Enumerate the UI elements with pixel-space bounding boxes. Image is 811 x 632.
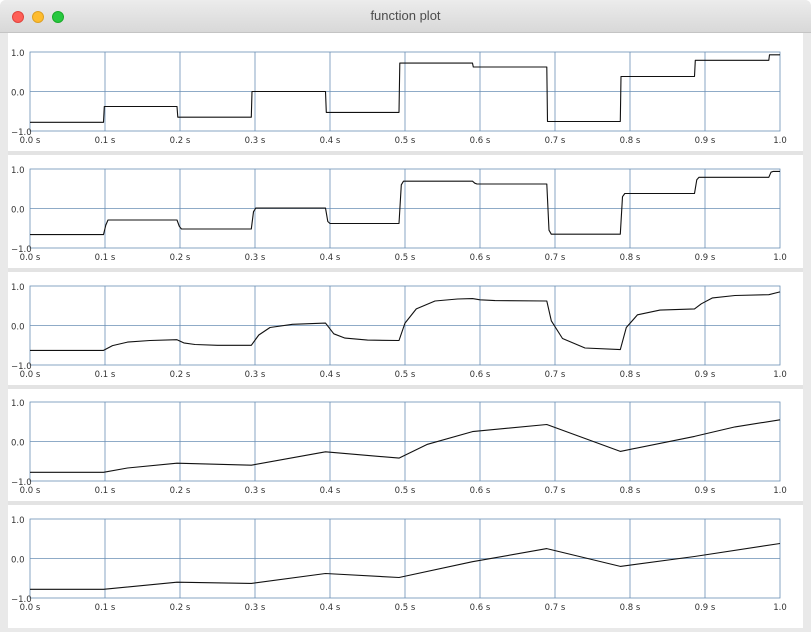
x-tick-label: 0.8 s [620, 370, 641, 380]
app-window: function plot 0.0 s 0.1 s 0.2 s 0.3 s 0.4 s0… [0, 0, 811, 632]
x-tick-label: 0.9 s [695, 486, 716, 496]
x-tick-label: 1.0 [773, 136, 787, 146]
x-tick-label: 0.3 s [245, 370, 266, 380]
x-tick-label: 0.1 s [95, 370, 116, 380]
x-tick-label: 0.6 s [470, 253, 491, 263]
plot-separator [8, 385, 803, 389]
x-tick-label: 0.7 s [545, 136, 566, 146]
x-tick-label: 0.1 s [95, 253, 116, 263]
x-tick-label: 0.1 s [95, 486, 116, 496]
x-tick-label: 1.0 [773, 603, 787, 613]
x-tick-label: 1.0 [773, 253, 787, 263]
y-tick-label: −1.0 [11, 362, 32, 372]
plot-2: 0.0 s 0.1 s 0.2 s 0.3 s 0.4 s 0.5 s 0.6 s 0.7 s… [8, 166, 803, 272]
plot-separator [8, 268, 803, 272]
x-tick-label: 0.3 s [245, 136, 266, 146]
x-tick-label: 0.9 s [695, 603, 716, 613]
x-tick-label: 0.2 s [170, 486, 191, 496]
x-tick-label: 0.3 s [245, 253, 266, 263]
y-tick-label: 1.0 [11, 49, 25, 59]
x-tick-label: 0.9 s [695, 253, 716, 263]
y-tick-label: 1.0 [11, 283, 25, 293]
y-tick-label: 1.0 [11, 399, 25, 409]
window-title: function plot [370, 8, 441, 23]
x-tick-label: 0.5 s [395, 253, 416, 263]
plot-separator [8, 501, 803, 505]
x-tick-label: 0.4 s [320, 370, 341, 380]
x-tick-label: 0.3 s [245, 486, 266, 496]
x-tick-label: 0.7 s [545, 253, 566, 263]
y-tick-label: −1.0 [11, 595, 32, 605]
x-tick-label: 1.0 [773, 370, 787, 380]
x-tick-label: 0.8 s [620, 486, 641, 496]
plot-separator [8, 151, 803, 155]
y-tick-label: 0.0 [11, 556, 25, 566]
x-tick-label: 0.5 s [395, 370, 416, 380]
x-tick-label: 0.2 s [170, 136, 191, 146]
y-tick-label: 1.0 [11, 166, 25, 176]
y-tick-label: −1.0 [11, 128, 32, 138]
x-tick-label: 0.7 s [545, 486, 566, 496]
plot-4: 0.0 s 0.1 s 0.2 s 0.3 s 0.4 s 0.5 s 0.6 s 0.7 s… [8, 399, 803, 505]
x-tick-label: 0.6 s [470, 370, 491, 380]
y-tick-label: 1.0 [11, 516, 25, 526]
x-tick-label: 0.7 s [545, 370, 566, 380]
plot-3: 0.0 s 0.1 s 0.2 s 0.3 s 0.4 s 0.5 s 0.6 s 0.7 s… [8, 283, 803, 389]
x-tick-label: 0.1 s [95, 136, 116, 146]
y-tick-label: 0.0 [11, 89, 25, 99]
x-tick-label: 0.3 s [245, 603, 266, 613]
x-tick-label: 0.5 s [395, 486, 416, 496]
x-tick-label: 0.4 s [320, 136, 341, 146]
x-tick-label: 0.6 s [470, 603, 491, 613]
plot-area: 0.0 s 0.1 s 0.2 s 0.3 s 0.4 s 0.5 s 0.6 s 0.7 s… [8, 33, 803, 628]
y-tick-label: 0.0 [11, 439, 25, 449]
x-tick-label: 0.8 s [620, 136, 641, 146]
function-plots: 0.0 s 0.1 s 0.2 s 0.3 s 0.4 s 0.5 s 0.6 s 0.7 s… [8, 49, 803, 613]
x-tick-label: 0.4 s [320, 603, 341, 613]
plot-5: 0.0 s 0.1 s 0.2 s 0.3 s 0.4 s 0.5 s 0.6 s 0.7 s… [11, 516, 787, 613]
x-tick-label: 0.5 s [395, 136, 416, 146]
x-tick-label: 0.9 s [695, 370, 716, 380]
x-tick-label: 0.6 s [470, 486, 491, 496]
x-tick-label: 0.4 s [320, 486, 341, 496]
x-tick-label: 1.0 [773, 486, 787, 496]
x-tick-label: 0.9 s [695, 136, 716, 146]
x-tick-label: 0.2 s [170, 370, 191, 380]
x-tick-label: 0.1 s [95, 603, 116, 613]
plot-1: 0.0 s 0.1 s 0.2 s 0.3 s 0.4 s 0.5 s 0.6 s 0.7 s… [8, 49, 803, 155]
x-tick-label: 0.2 s [170, 603, 191, 613]
y-tick-label: 0.0 [11, 206, 25, 216]
y-tick-label: −1.0 [11, 245, 32, 255]
y-tick-label: 0.0 [11, 323, 25, 333]
x-tick-label: 0.2 s [170, 253, 191, 263]
title-bar[interactable]: function plot [0, 0, 811, 33]
y-tick-label: −1.0 [11, 478, 32, 488]
x-tick-label: 0.7 s [545, 603, 566, 613]
x-tick-label: 0.4 s [320, 253, 341, 263]
x-tick-label: 0.8 s [620, 603, 641, 613]
x-tick-label: 0.5 s [395, 603, 416, 613]
x-tick-label: 0.8 s [620, 253, 641, 263]
x-tick-label: 0.6 s [470, 136, 491, 146]
